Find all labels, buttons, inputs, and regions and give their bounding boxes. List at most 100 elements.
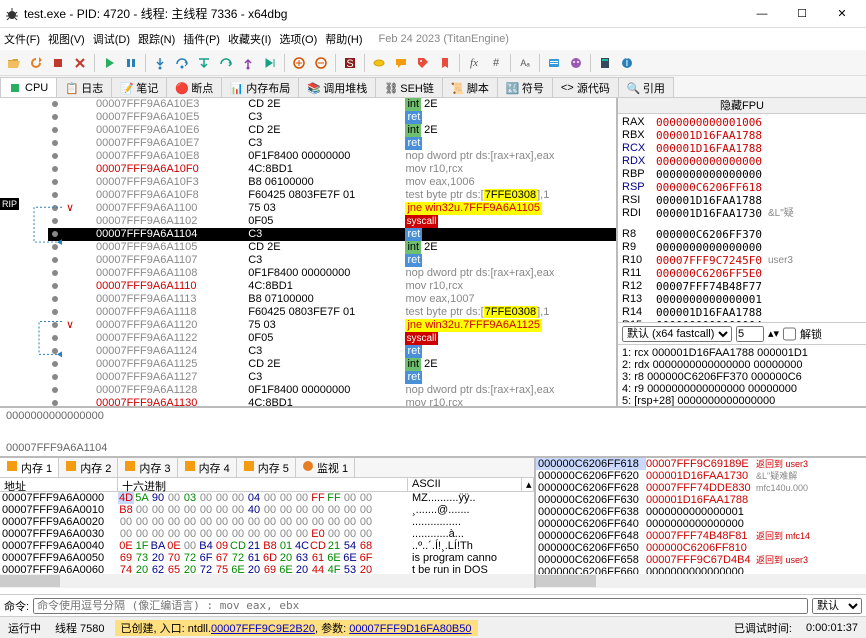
disasm-row[interactable]: 00007FFF9A6A10F04C:8BD1mov r10,rcx bbox=[48, 163, 616, 176]
disasm-row[interactable]: 00007FFF9A6A1124C3ret bbox=[48, 345, 616, 358]
patches-icon[interactable] bbox=[369, 53, 389, 73]
stack-row[interactable]: 000000C6206FF6600000000000000000 bbox=[536, 566, 866, 574]
tab-notes[interactable]: 📝笔记 bbox=[111, 77, 167, 97]
spinner-icon[interactable]: ▴▾ bbox=[768, 327, 779, 340]
stack-row[interactable]: 000000C6206FF62800007FFF74DDE830mfc140u.… bbox=[536, 482, 866, 494]
labels-icon[interactable] bbox=[413, 53, 433, 73]
register-row[interactable]: RSI000001D16FAA1788 bbox=[622, 194, 862, 207]
close-icon[interactable] bbox=[70, 53, 90, 73]
hash-icon[interactable]: # bbox=[486, 53, 506, 73]
restart-icon[interactable] bbox=[26, 53, 46, 73]
disasm-row[interactable]: 00007FFF9A6A1127C3ret bbox=[48, 371, 616, 384]
close-button[interactable]: ✕ bbox=[822, 2, 862, 26]
stack-row[interactable]: 000000C6206FF6380000000000000001 bbox=[536, 506, 866, 518]
dump-row[interactable]: 00007FFF9A6A0010B80000000000000040000000… bbox=[0, 504, 534, 516]
tab-memmap[interactable]: 📊内存布局 bbox=[221, 77, 299, 97]
disasm-row[interactable]: 00007FFF9A6A1105CD 2Eint 2E bbox=[48, 241, 616, 254]
command-lang-select[interactable]: 默认 bbox=[812, 598, 862, 614]
dump-row[interactable]: 00007FFF9A6A00004D5A90000300000004000000… bbox=[0, 492, 534, 504]
register-row[interactable]: R130000000000000001 bbox=[622, 293, 862, 306]
disasm-row[interactable]: 00007FFF9A6A1104C3ret bbox=[48, 228, 616, 241]
disasm-row[interactable]: 00007FFF9A6A1113B8 07100000mov eax,1007 bbox=[48, 293, 616, 306]
disasm-row[interactable]: 00007FFF9A6A10E6CD 2Eint 2E bbox=[48, 124, 616, 137]
disasm-row[interactable]: 00007FFF9A6A11220F05syscall bbox=[48, 332, 616, 345]
tab-cpu[interactable]: CPU bbox=[0, 77, 57, 97]
font-icon[interactable]: Aₐ bbox=[515, 53, 535, 73]
dump-tab[interactable]: 内存 3 bbox=[118, 458, 177, 477]
tab-callstack[interactable]: 📚调用堆栈 bbox=[298, 77, 376, 97]
dump-row[interactable]: 00007FFF9A6A005069732070726F6772616D2063… bbox=[0, 552, 534, 564]
disasm-row[interactable]: 00007FFF9A6A1118F60425 0803FE7F 01test b… bbox=[48, 306, 616, 319]
dump-row[interactable]: 00007FFF9A6A0060742062652072756E20696E20… bbox=[0, 564, 534, 574]
disasm-row[interactable]: 00007FFF9A6A10E3CD 2Eint 2E bbox=[48, 98, 616, 111]
stack-row[interactable]: 000000C6206FF620000001D16FAA1730&L"疑难解 bbox=[536, 470, 866, 482]
menu-help[interactable]: 帮助(H) bbox=[325, 31, 362, 47]
dump-body[interactable]: 00007FFF9A6A00004D5A90000300000004000000… bbox=[0, 492, 534, 574]
disasm-row[interactable]: 00007FFF9A6A11304C:8BD1mov r10,rcx bbox=[48, 397, 616, 406]
menu-favorites[interactable]: 收藏夹(I) bbox=[228, 31, 271, 47]
register-row[interactable]: RSP000000C6206FF618 bbox=[622, 181, 862, 194]
register-row[interactable]: R14000001D16FAA1788 bbox=[622, 306, 862, 319]
disasm-row[interactable]: 00007FFF9A6A10E80F1F8400 00000000nop dwo… bbox=[48, 150, 616, 163]
settings-icon[interactable] bbox=[544, 53, 564, 73]
bookmarks-icon[interactable] bbox=[435, 53, 455, 73]
menu-debug[interactable]: 调试(D) bbox=[93, 31, 130, 47]
register-row[interactable]: RBX000001D16FAA1788 bbox=[622, 129, 862, 142]
register-row[interactable]: RBP0000000000000000 bbox=[622, 168, 862, 181]
params-list[interactable]: 1: rcx 000001D16FAA1788 000001D12: rdx 0… bbox=[618, 344, 866, 406]
register-row[interactable]: RDX0000000000000000 bbox=[622, 155, 862, 168]
entry-link[interactable]: 00007FFF9C9E2B20 bbox=[211, 623, 315, 635]
step-into-icon[interactable] bbox=[150, 53, 170, 73]
run-to-icon[interactable] bbox=[260, 53, 280, 73]
disasm-row[interactable]: 00007FFF9A6A11080F1F8400 00000000nop dwo… bbox=[48, 267, 616, 280]
command-input[interactable] bbox=[33, 598, 808, 614]
unlock-checkbox[interactable] bbox=[783, 326, 796, 342]
disasm-row[interactable]: 00007FFF9A6A10E7C3ret bbox=[48, 137, 616, 150]
appearance-icon[interactable] bbox=[566, 53, 586, 73]
menu-view[interactable]: 视图(V) bbox=[48, 31, 85, 47]
disasm-row[interactable]: 00007FFF9A6A11104C:8BD1mov r10,rcx bbox=[48, 280, 616, 293]
disasm-row[interactable]: ∨00007FFF9A6A110075 03jne win32u.7FFF9A6… bbox=[48, 202, 616, 215]
disasm-row[interactable]: ∨00007FFF9A6A112075 03jne win32u.7FFF9A6… bbox=[48, 319, 616, 332]
disasm-view[interactable]: 00007FFF9A6A10E3CD 2Eint 2E00007FFF9A6A1… bbox=[48, 98, 616, 406]
fpu-header[interactable]: 隐藏FPU bbox=[618, 98, 866, 114]
dump-tab[interactable]: 内存 4 bbox=[178, 458, 237, 477]
menu-options[interactable]: 选项(O) bbox=[279, 31, 317, 47]
step-into2-icon[interactable] bbox=[194, 53, 214, 73]
stack-row[interactable]: 000000C6206FF650000000C6206FF810 bbox=[536, 542, 866, 554]
step-out-icon[interactable] bbox=[238, 53, 258, 73]
menu-file[interactable]: 文件(F) bbox=[4, 31, 40, 47]
step-over2-icon[interactable] bbox=[216, 53, 236, 73]
dump-tab[interactable]: 内存 2 bbox=[59, 458, 118, 477]
calc-icon[interactable] bbox=[595, 53, 615, 73]
run-icon[interactable] bbox=[99, 53, 119, 73]
tab-log[interactable]: 📋日志 bbox=[56, 77, 112, 97]
registers-list[interactable]: RAX0000000000001006RBX000001D16FAA1788RC… bbox=[618, 114, 866, 322]
arg-count-input[interactable] bbox=[736, 326, 764, 342]
minimize-button[interactable]: — bbox=[742, 2, 782, 26]
stack-row[interactable]: 000000C6206FF65800007FFF9C67D4B4返回到 user… bbox=[536, 554, 866, 566]
register-row[interactable]: RCX000001D16FAA1788 bbox=[622, 142, 862, 155]
step-over-icon[interactable] bbox=[172, 53, 192, 73]
register-row[interactable]: RAX0000000000001006 bbox=[622, 116, 862, 129]
menu-plugins[interactable]: 插件(P) bbox=[183, 31, 220, 47]
disasm-row[interactable]: 00007FFF9A6A10F8F60425 0803FE7F 01test b… bbox=[48, 189, 616, 202]
fx-icon[interactable]: fx bbox=[464, 53, 484, 73]
disasm-row[interactable]: 00007FFF9A6A11020F05syscall bbox=[48, 215, 616, 228]
pause-icon[interactable] bbox=[121, 53, 141, 73]
dump-tab[interactable]: 内存 1 bbox=[0, 458, 59, 477]
stack-row[interactable]: 000000C6206FF6400000000000000000 bbox=[536, 518, 866, 530]
disasm-row[interactable]: 00007FFF9A6A11280F1F8400 00000000nop dwo… bbox=[48, 384, 616, 397]
stack-row[interactable]: 000000C6206FF61800007FFF9C69189E返回到 user… bbox=[536, 458, 866, 470]
trace-over-icon[interactable] bbox=[311, 53, 331, 73]
open-icon[interactable] bbox=[4, 53, 24, 73]
register-row[interactable]: R90000000000000000 bbox=[622, 241, 862, 254]
disasm-row[interactable]: 00007FFF9A6A10E5C3ret bbox=[48, 111, 616, 124]
dump-row[interactable]: 00007FFF9A6A00400E1FBA0E00B409CD21B8014C… bbox=[0, 540, 534, 552]
scylla-icon[interactable]: S bbox=[340, 53, 360, 73]
dump-scroll-h[interactable] bbox=[0, 574, 534, 588]
about-icon[interactable]: i bbox=[617, 53, 637, 73]
register-row[interactable]: R11000000C6206FF5E0 bbox=[622, 267, 862, 280]
dump-tab[interactable]: 监视 1 bbox=[296, 458, 355, 477]
register-row[interactable]: R8000000C6206FF370 bbox=[622, 228, 862, 241]
